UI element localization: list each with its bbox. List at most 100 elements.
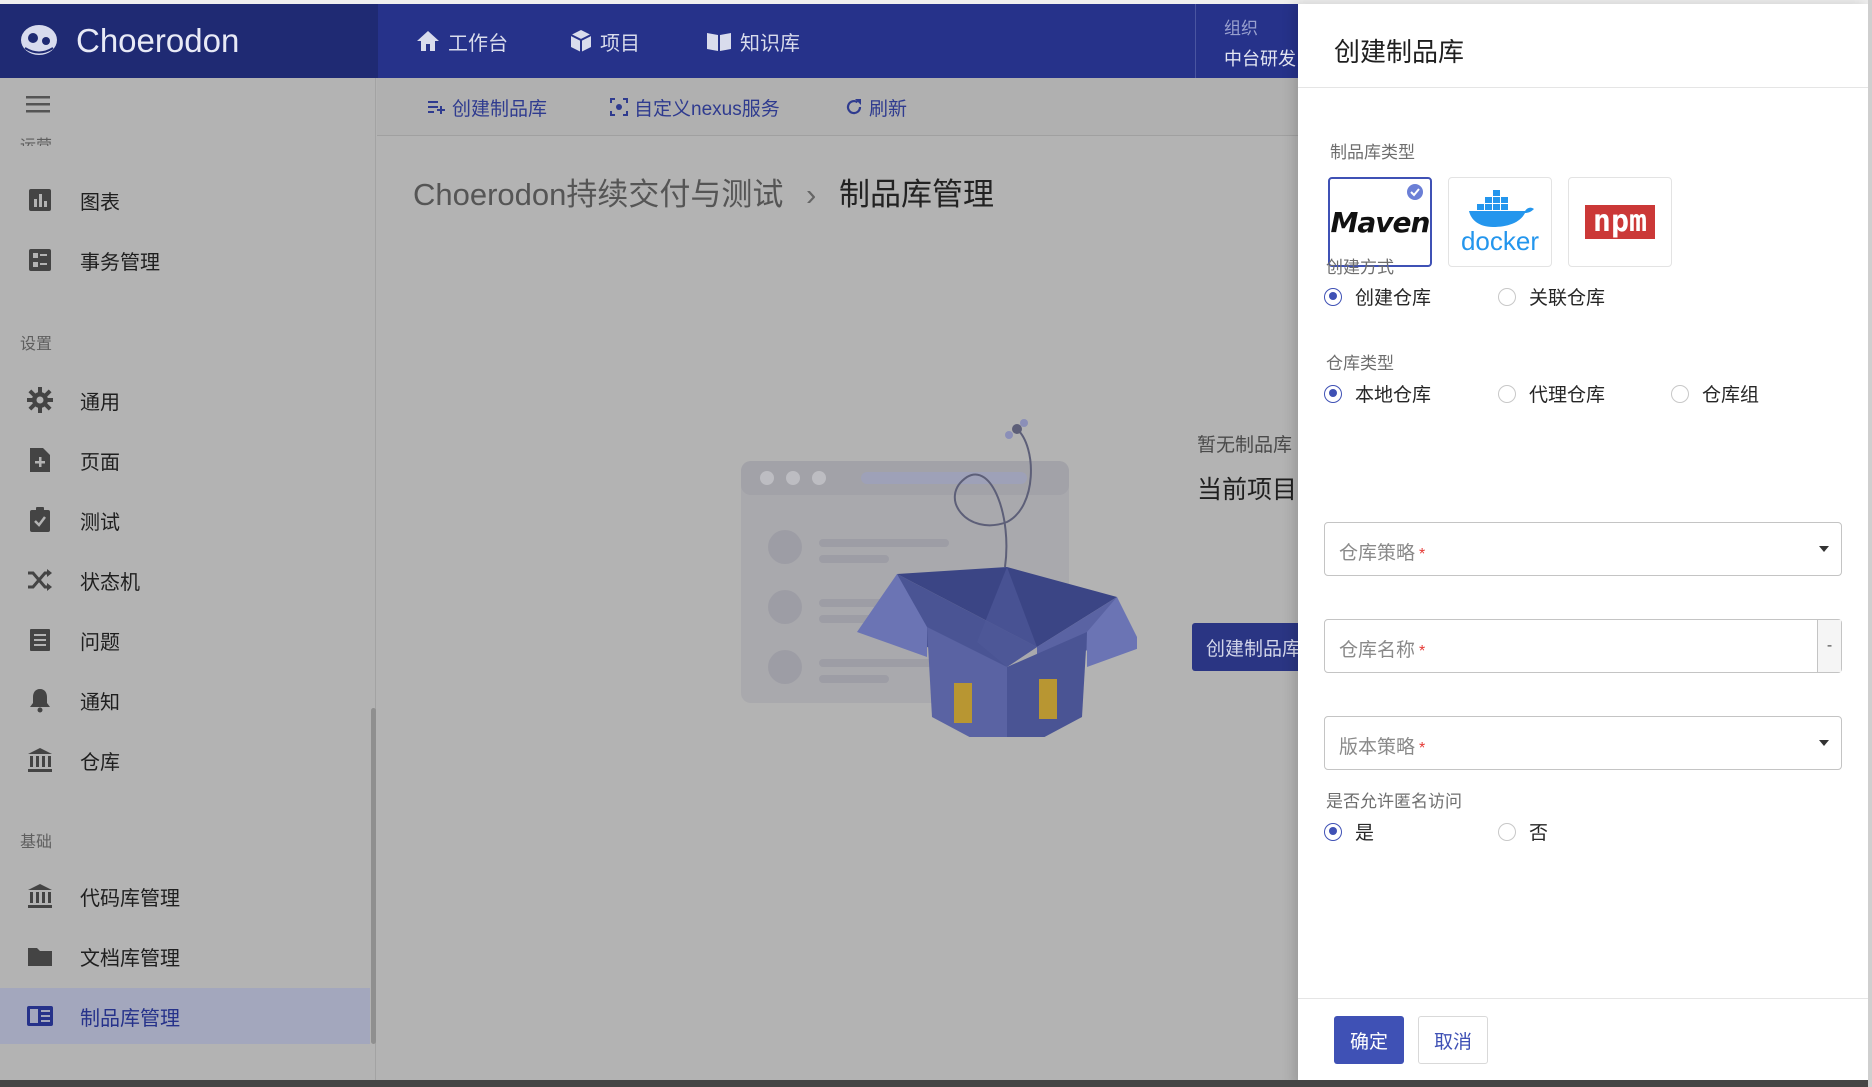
create-repo-drawer: 创建制品库 制品库类型 Maven docker npm 创建方式 创建仓库 关… (1298, 4, 1868, 1087)
cancel-button[interactable]: 取消 (1418, 1016, 1488, 1064)
radio-dot (1324, 287, 1342, 306)
refresh-label: 刷新 (869, 98, 908, 120)
sidebar-item-artifact-repo[interactable]: 制品库管理 (0, 988, 370, 1044)
bar-chart-icon (24, 184, 56, 216)
required-mark: * (1419, 643, 1426, 660)
nav-project[interactable]: 项目 (570, 4, 640, 78)
sidebar-item-label: 代码库管理 (80, 887, 180, 910)
sidebar-item-test[interactable]: 测试 (0, 492, 370, 548)
sidebar-item-repository[interactable]: 仓库 (0, 732, 370, 788)
task-list-icon (24, 244, 56, 276)
create-repo-toolbar-button[interactable]: 创建制品库 (428, 78, 547, 136)
npm-logo-text: npm (1592, 204, 1648, 239)
refresh-button[interactable]: 刷新 (845, 78, 907, 136)
create-mode-new[interactable]: 创建仓库 (1324, 283, 1431, 310)
radio-label: 仓库组 (1702, 385, 1760, 406)
sidebar-scrollbar[interactable] (371, 708, 376, 1044)
nav-knowledge[interactable]: 知识库 (706, 4, 800, 78)
warehouse-type-label: 仓库类型 (1326, 354, 1394, 373)
custom-nexus-button[interactable]: 自定义nexus服务 (610, 78, 780, 136)
repo-type-label: 制品库类型 (1330, 143, 1415, 162)
section-settings-title: 设置 (20, 336, 53, 353)
home-icon (417, 31, 439, 51)
clipboard-check-icon (24, 504, 56, 536)
window-frame-right (1868, 0, 1872, 1087)
sidebar-item-task-management[interactable]: 事务管理 (0, 232, 370, 288)
sidebar-item-label: 测试 (80, 511, 120, 534)
radio-dot (1324, 384, 1342, 403)
sidebar-item-notification[interactable]: 通知 (0, 672, 370, 728)
sidebar-item-label: 通用 (80, 391, 120, 414)
menu-toggle-icon[interactable] (26, 94, 50, 114)
repo-strategy-placeholder: 仓库策略 * (1339, 543, 1426, 564)
sidebar-item-label: 问题 (80, 631, 120, 654)
chevron-down-icon (1819, 740, 1829, 746)
logo-area: Choerodon (0, 4, 378, 78)
repo-type-docker[interactable]: docker (1448, 177, 1552, 267)
anonymous-no[interactable]: 否 (1498, 818, 1548, 845)
create-mode-link[interactable]: 关联仓库 (1498, 283, 1605, 310)
custom-nexus-label: 自定义nexus服务 (634, 98, 780, 120)
main-content: Choerodon持续交付与测试 › 制品库管理 暂无制品库 当前项目下 创建制… (377, 137, 1332, 1087)
bell-icon (24, 684, 56, 716)
app-name[interactable]: Choerodon (76, 22, 239, 60)
version-strategy-select[interactable]: 版本策略 * (1324, 716, 1842, 770)
list-icon (24, 624, 56, 656)
radio-label: 本地仓库 (1355, 385, 1432, 406)
radio-label: 是 (1355, 823, 1375, 844)
sidebar-item-chart[interactable]: 图表 (0, 172, 370, 228)
maven-logo-text: Maven (1330, 205, 1431, 239)
chevron-down-icon (1819, 546, 1829, 552)
breadcrumb-parent[interactable]: Choerodon持续交付与测试 (413, 177, 783, 212)
sidebar-item-label: 文档库管理 (80, 947, 180, 970)
sidebar-item-general[interactable]: 通用 (0, 372, 370, 428)
nav-knowledge-label: 知识库 (740, 32, 800, 55)
repo-name-suffix: - (1817, 620, 1841, 672)
org-name[interactable]: 中台研发 (1224, 45, 1296, 71)
sidebar-item-doc-repo[interactable]: 文档库管理 (0, 928, 370, 984)
add-page-icon (24, 444, 56, 476)
drawer-footer: 确定 取消 (1298, 998, 1868, 1087)
focus-frame-icon (610, 98, 628, 116)
repo-type-npm[interactable]: npm (1568, 177, 1672, 267)
sidebar-item-label: 状态机 (80, 571, 140, 594)
book-open-icon (707, 33, 731, 51)
repo-strategy-select[interactable]: 仓库策略 * (1324, 522, 1842, 576)
sidebar-item-code-repo[interactable]: 代码库管理 (0, 868, 370, 924)
sidebar-item-page[interactable]: 页面 (0, 432, 370, 488)
nav-workbench[interactable]: 工作台 (416, 4, 508, 78)
radio-dot (1498, 287, 1516, 306)
sidebar-item-label: 通知 (80, 691, 120, 714)
section-ops-title: 运营 (20, 132, 52, 146)
required-mark: * (1419, 740, 1426, 757)
gear-icon (24, 384, 56, 416)
repo-name-input[interactable]: 仓库名称 * - (1324, 619, 1842, 673)
page-title: 制品库管理 (838, 177, 994, 212)
shuffle-icon (24, 564, 56, 596)
org-label: 组织 (1224, 19, 1258, 38)
sidebar-item-label: 图表 (80, 191, 120, 214)
sidebar-item-issue[interactable]: 问题 (0, 612, 370, 668)
empty-box-illustration (741, 419, 1137, 737)
create-mode-label: 创建方式 (1326, 258, 1394, 277)
breadcrumb: Choerodon持续交付与测试 › 制品库管理 (413, 169, 994, 214)
create-repo-toolbar-label: 创建制品库 (452, 98, 548, 120)
confirm-button[interactable]: 确定 (1334, 1016, 1404, 1064)
radio-label: 创建仓库 (1355, 288, 1432, 309)
section-base-title: 基础 (20, 834, 53, 851)
radio-label: 否 (1529, 823, 1549, 844)
warehouse-type-group[interactable]: 仓库组 (1671, 380, 1759, 407)
sidebar: 运营 图表 事务管理 设置 通用 页面 测试 状态机 问题 通知 仓库 基础 代… (0, 78, 376, 1087)
repo-name-placeholder: 仓库名称 * (1339, 640, 1426, 661)
warehouse-type-proxy[interactable]: 代理仓库 (1498, 380, 1605, 407)
book-icon (24, 1000, 56, 1032)
drawer-title: 创建制品库 (1334, 37, 1465, 67)
nav-project-label: 项目 (600, 32, 640, 55)
sidebar-item-state-machine[interactable]: 状态机 (0, 552, 370, 608)
anonymous-yes[interactable]: 是 (1324, 818, 1374, 845)
cube-icon (570, 30, 592, 52)
empty-title: 暂无制品库 (1197, 435, 1293, 456)
topbar-divider (1195, 4, 1196, 78)
playlist-add-icon (428, 101, 445, 114)
warehouse-type-local[interactable]: 本地仓库 (1324, 380, 1431, 407)
